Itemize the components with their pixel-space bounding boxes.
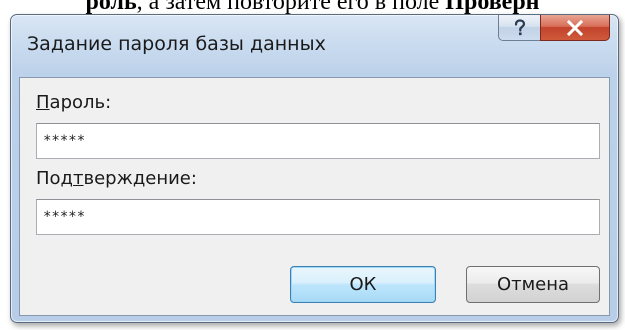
confirm-password-input[interactable]: ***** bbox=[36, 199, 600, 235]
confirm-label-rest: верждение: bbox=[83, 168, 197, 189]
doc-text-middle: , а затем повторите его в поле bbox=[136, 0, 446, 15]
confirm-label-before: Под bbox=[36, 168, 73, 189]
close-x-icon bbox=[566, 19, 584, 36]
title-bar[interactable]: Задание пароля базы данных bbox=[11, 15, 618, 77]
dialog-title: Задание пароля базы данных bbox=[27, 33, 326, 55]
help-button[interactable] bbox=[498, 15, 540, 41]
password-label-accel: П bbox=[36, 92, 50, 113]
question-icon bbox=[514, 18, 525, 35]
confirm-label: Подтверждение: bbox=[36, 168, 197, 189]
password-label-rest: ароль: bbox=[49, 92, 112, 113]
password-dialog-window: Задание пароля базы данных Пароль: *****… bbox=[10, 14, 619, 323]
doc-text-bold-start: роль bbox=[85, 0, 137, 15]
password-input[interactable]: ***** bbox=[36, 123, 600, 159]
doc-text-bold-end: Проверн bbox=[445, 0, 540, 15]
ok-button[interactable]: ОК bbox=[290, 266, 436, 303]
confirm-label-accel: т bbox=[73, 168, 84, 189]
close-button[interactable] bbox=[540, 15, 610, 41]
dialog-client-area: Пароль: ***** Подтверждение: ***** ОК От… bbox=[19, 77, 610, 316]
password-label: Пароль: bbox=[36, 92, 111, 113]
caption-buttons bbox=[498, 15, 610, 41]
cancel-button[interactable]: Отмена bbox=[466, 266, 600, 303]
